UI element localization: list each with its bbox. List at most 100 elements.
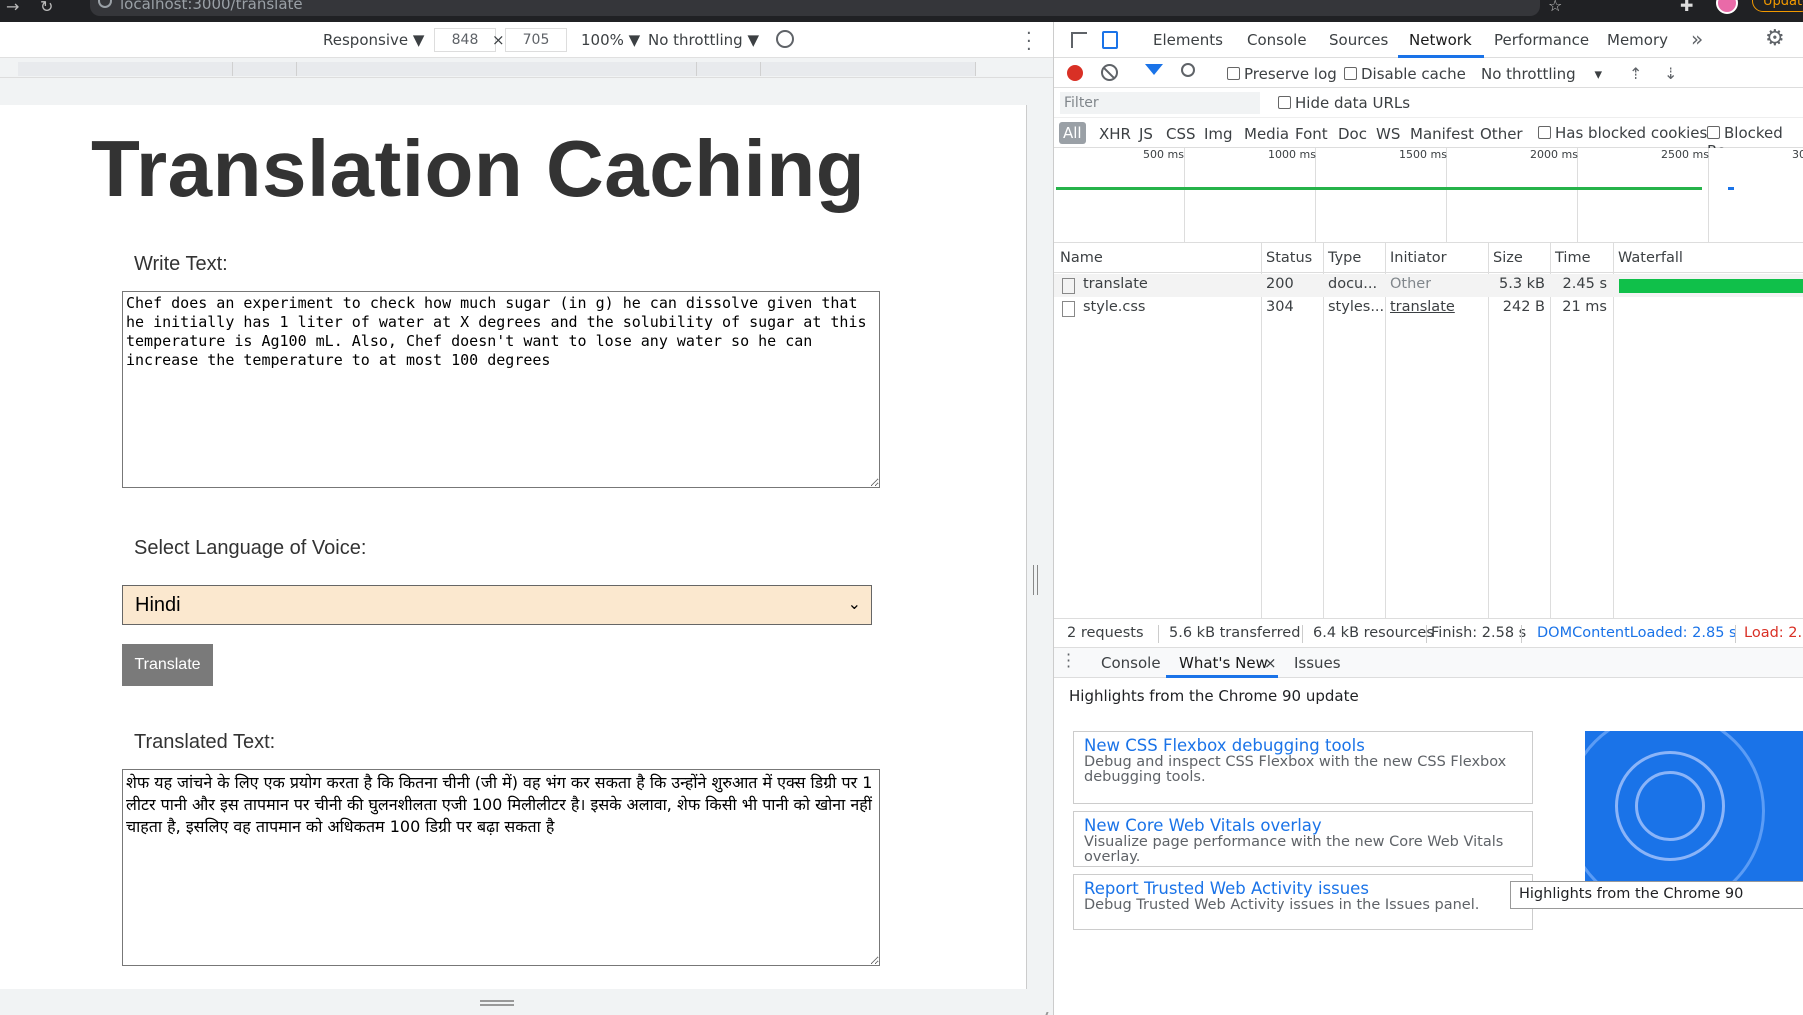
more-options-icon[interactable]: · · · [1026,25,1032,59]
disable-cache-checkbox[interactable]: Disable cache [1344,65,1466,83]
column-status[interactable]: Status [1266,250,1312,266]
width-input[interactable]: 848 [434,28,496,52]
device-mode-select[interactable]: Responsive ▼ [323,31,424,49]
summary-transferred: 5.6 kB transferred [1169,625,1301,641]
devtools-tabbar: Elements Console Sources Network Perform… [1054,22,1803,58]
has-blocked-cookies-checkbox[interactable]: Has blocked cookies [1538,124,1707,142]
feature-card[interactable]: New CSS Flexbox debugging tools Debug an… [1073,731,1533,804]
type-filter-manifest[interactable]: Manifest [1410,125,1474,143]
drawer-menu-icon[interactable]: · · · [1066,647,1071,675]
reload-icon[interactable]: ↻ [40,0,53,15]
close-icon[interactable]: × [1264,654,1277,672]
column-size[interactable]: Size [1493,250,1523,266]
inspect-element-icon[interactable] [1071,32,1087,48]
table-row[interactable]: translate 200 docu... Other 5.3 kB 2.45 … [1054,274,1803,297]
feature-card-title[interactable]: Report Trusted Web Activity issues [1084,879,1522,898]
type-filter-css[interactable]: CSS [1166,125,1196,143]
requests-table: Name Status Type Initiator Size Time Wat… [1054,243,1803,618]
rotate-icon[interactable] [772,26,798,52]
bookmark-star-icon[interactable]: ☆ [1548,0,1562,15]
tab-console[interactable]: Console [1247,31,1307,49]
extensions-icon[interactable]: ✚ [1680,0,1693,15]
feature-card[interactable]: Report Trusted Web Activity issues Debug… [1073,874,1533,930]
type-filter-img[interactable]: Img [1204,125,1233,143]
translate-button[interactable]: Translate [122,644,213,686]
viewport-resize-handle[interactable] [1033,565,1038,595]
timeline-tick: 2000 ms [1530,148,1578,161]
type-filter-ws[interactable]: WS [1376,125,1400,143]
tab-performance[interactable]: Performance [1494,31,1589,49]
type-filter-other[interactable]: Other [1480,125,1523,143]
back-icon[interactable]: → [6,0,19,15]
input-textarea[interactable]: Chef does an experiment to check how muc… [122,291,880,488]
more-tabs-icon[interactable]: » [1691,27,1703,51]
type-filter-js[interactable]: JS [1139,125,1153,143]
throttling-select[interactable]: No throttling ▼ [648,31,759,49]
timeline-tick: 1500 ms [1399,148,1447,161]
column-initiator[interactable]: Initiator [1390,250,1447,266]
network-toolbar: Preserve log Disable cache No throttling… [1054,58,1803,88]
type-filter-media[interactable]: Media [1244,125,1289,143]
translated-text-label: Translated Text: [134,731,276,753]
devtools-panel: Elements Console Sources Network Perform… [1053,22,1803,1015]
drawer-tabbar: · · · Console What's New × Issues [1054,647,1803,678]
preserve-log-checkbox[interactable]: Preserve log [1227,65,1337,83]
column-type[interactable]: Type [1328,250,1361,266]
type-filter-all[interactable]: All [1059,122,1086,144]
summary-dom-content-loaded: DOMContentLoaded: 2.85 s [1537,625,1737,641]
tab-sources[interactable]: Sources [1329,31,1388,49]
timeline-request-bar [1056,187,1702,190]
zoom-select[interactable]: 100% ▼ [581,31,640,49]
filter-input[interactable]: Filter [1060,92,1260,114]
tab-memory[interactable]: Memory [1607,31,1668,49]
type-filter-doc[interactable]: Doc [1338,125,1367,143]
address-bar[interactable]: localhost:3000/translate [90,0,1540,16]
network-throttling-select[interactable]: No throttling ▾ [1481,65,1602,83]
settings-gear-icon[interactable]: ⚙ [1765,26,1785,51]
page-viewport: Translation Caching Write Text: Chef doe… [0,105,1038,989]
hide-data-urls-checkbox[interactable]: Hide data URLs [1278,94,1410,112]
feature-card-title[interactable]: New Core Web Vitals overlay [1084,816,1522,835]
device-toolbar: Responsive ▼ 848 × 705 100% ▼ No throttl… [0,22,1053,59]
feature-card-desc: Visualize page performance with the new … [1084,834,1504,865]
import-har-icon[interactable]: ⇡ [1629,64,1642,83]
request-time: 2.45 s [1562,276,1607,292]
page-title: Translation Caching [91,124,866,213]
column-name[interactable]: Name [1060,250,1103,266]
bottom-resize-handle[interactable] [480,1000,514,1006]
tab-network[interactable]: Network [1409,31,1472,49]
network-overview-timeline[interactable]: 500 ms 1000 ms 1500 ms 2000 ms 2500 ms 3… [1054,148,1803,243]
table-row[interactable]: style.css 304 styles... translate 242 B … [1054,297,1803,320]
search-icon[interactable] [1181,63,1195,77]
media-query-ruler[interactable] [0,58,1053,78]
column-waterfall[interactable]: Waterfall [1618,250,1683,266]
output-textarea[interactable]: शेफ यह जांचने के लिए एक प्रयोग करता है क… [122,769,880,966]
type-filter-font[interactable]: Font [1295,125,1328,143]
request-size: 242 B [1502,299,1545,315]
filter-icon[interactable] [1145,64,1163,75]
request-type: docu... [1328,276,1378,292]
request-initiator-link[interactable]: translate [1390,299,1455,315]
request-size: 5.3 kB [1498,276,1545,292]
drawer-tab-console[interactable]: Console [1101,654,1161,672]
update-button[interactable]: Update [1752,0,1803,12]
request-time: 21 ms [1562,299,1607,315]
height-input[interactable]: 705 [505,28,567,52]
export-har-icon[interactable]: ⇣ [1664,64,1677,83]
drawer-tab-whats-new[interactable]: What's New [1179,654,1268,672]
type-filter-xhr[interactable]: XHR [1099,125,1131,143]
drawer-tab-issues[interactable]: Issues [1294,654,1341,672]
info-icon[interactable] [98,0,112,8]
column-time[interactable]: Time [1555,250,1591,266]
clear-icon[interactable] [1101,64,1118,81]
summary-finish: Finish: 2.58 s [1431,625,1527,641]
resource-type-filters: All XHR JS CSS Img Media Font Doc WS Man… [1054,118,1803,160]
device-toggle-icon[interactable] [1102,31,1118,49]
record-icon[interactable] [1067,65,1083,81]
language-select[interactable]: Hindi ⌄ [122,585,872,625]
profile-avatar[interactable] [1716,0,1738,14]
feature-card-title[interactable]: New CSS Flexbox debugging tools [1084,736,1522,755]
tab-elements[interactable]: Elements [1153,31,1223,49]
promo-image[interactable] [1585,731,1803,881]
feature-card[interactable]: New Core Web Vitals overlay Visualize pa… [1073,811,1533,867]
